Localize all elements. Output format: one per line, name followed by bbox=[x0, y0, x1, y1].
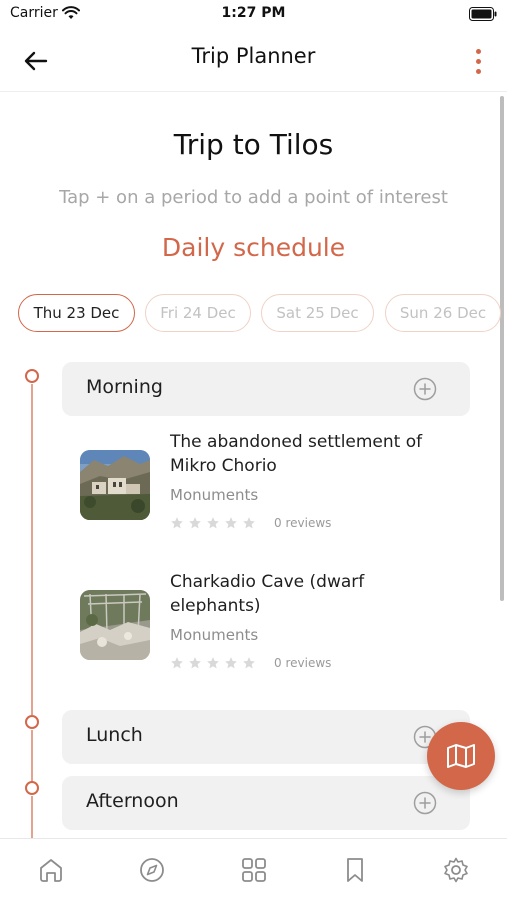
timeline-line bbox=[31, 730, 33, 782]
battery-icon bbox=[469, 6, 497, 25]
timeline-line bbox=[31, 384, 33, 715]
star-rating: 0 reviews bbox=[170, 656, 331, 670]
star-icon bbox=[189, 517, 201, 529]
date-tab[interactable]: Sun 26 Dec bbox=[385, 294, 501, 332]
add-circle-icon[interactable] bbox=[413, 377, 437, 401]
more-vertical-icon bbox=[475, 48, 481, 54]
review-count: 0 reviews bbox=[274, 656, 332, 670]
poi-thumbnail bbox=[80, 450, 150, 520]
tab-explore[interactable] bbox=[135, 853, 169, 887]
star-icon bbox=[243, 517, 255, 529]
poi-thumbnail bbox=[80, 590, 150, 660]
star-icon bbox=[171, 517, 183, 529]
poi-card[interactable]: Charkadio Cave (dwarf elephants) Monumen… bbox=[80, 570, 480, 690]
scroll-indicator[interactable] bbox=[500, 96, 504, 601]
navigation-bar: Trip Planner bbox=[0, 30, 507, 92]
tab-saved[interactable] bbox=[338, 853, 372, 887]
compass-icon bbox=[140, 858, 164, 882]
star-icon bbox=[171, 657, 183, 669]
date-tabs: Thu 23 Dec Fri 24 Dec Sat 25 Dec Sun 26 … bbox=[18, 294, 507, 332]
tab-categories[interactable] bbox=[237, 853, 271, 887]
period-label: Morning bbox=[86, 376, 163, 398]
tab-settings[interactable] bbox=[439, 853, 473, 887]
home-icon bbox=[40, 859, 62, 882]
tab-home[interactable] bbox=[34, 853, 68, 887]
hint-text: Tap + on a period to add a point of inte… bbox=[59, 187, 448, 208]
bookmark-icon bbox=[347, 858, 363, 882]
star-icon bbox=[225, 517, 237, 529]
map-icon bbox=[447, 744, 475, 768]
gear-icon bbox=[444, 857, 468, 883]
status-bar: Carrier 1:27 PM bbox=[0, 0, 507, 30]
date-tab-selected[interactable]: Thu 23 Dec bbox=[18, 294, 135, 332]
star-icon bbox=[225, 657, 237, 669]
map-button[interactable] bbox=[427, 722, 495, 790]
star-rating: 0 reviews bbox=[170, 516, 331, 530]
period-label: Lunch bbox=[86, 724, 143, 746]
period-afternoon[interactable]: Afternoon bbox=[62, 776, 470, 830]
star-icon bbox=[207, 657, 219, 669]
star-icon bbox=[243, 657, 255, 669]
review-count: 0 reviews bbox=[274, 516, 332, 530]
add-circle-icon[interactable] bbox=[413, 791, 437, 815]
star-icon bbox=[207, 517, 219, 529]
trip-title: Trip to Tilos bbox=[173, 128, 334, 161]
bottom-tab-bar bbox=[0, 838, 507, 900]
more-options-button[interactable] bbox=[465, 44, 491, 78]
timeline-dot bbox=[25, 369, 39, 383]
date-tab[interactable]: Fri 24 Dec bbox=[145, 294, 251, 332]
poi-card[interactable]: The abandoned settlement of Mikro Chorio… bbox=[80, 430, 480, 550]
status-time: 1:27 PM bbox=[221, 5, 286, 21]
schedule-heading: Daily schedule bbox=[161, 233, 346, 262]
poi-category: Monuments bbox=[170, 486, 259, 504]
poi-category: Monuments bbox=[170, 626, 259, 644]
poi-title: The abandoned settlement of Mikro Chorio bbox=[170, 432, 423, 476]
timeline-dot bbox=[25, 715, 39, 729]
poi-title: Charkadio Cave (dwarf elephants) bbox=[170, 572, 365, 616]
period-lunch[interactable]: Lunch bbox=[62, 710, 470, 764]
grid-icon bbox=[242, 858, 266, 882]
timeline-dot bbox=[25, 781, 39, 795]
date-tab[interactable]: Sat 25 Dec bbox=[261, 294, 374, 332]
star-icon bbox=[189, 657, 201, 669]
period-label: Afternoon bbox=[86, 790, 179, 812]
page-title: Trip Planner bbox=[191, 44, 316, 68]
period-morning[interactable]: Morning bbox=[62, 362, 470, 416]
timeline-line bbox=[31, 796, 33, 838]
